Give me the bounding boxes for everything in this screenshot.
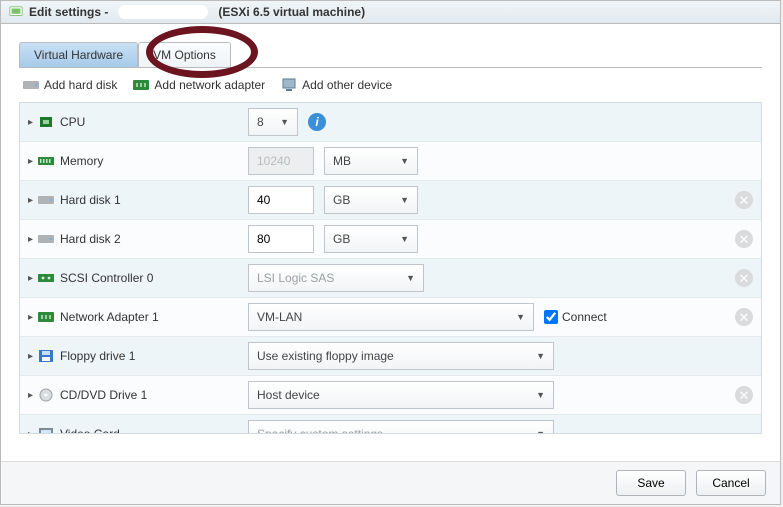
save-button[interactable]: Save: [616, 470, 686, 496]
expand-toggle[interactable]: ▸: [28, 195, 38, 206]
cpu-icon: [38, 115, 54, 129]
scsi-icon: [38, 271, 54, 285]
remove-icon[interactable]: ✕: [735, 191, 753, 209]
memory-input: [248, 147, 314, 175]
expand-toggle[interactable]: ▸: [28, 273, 38, 284]
memory-icon: [38, 154, 54, 168]
device-icon: [281, 78, 297, 92]
cpu-label: CPU: [60, 115, 85, 129]
vm-icon: [9, 5, 23, 19]
hdd1-size-input[interactable]: [248, 186, 314, 214]
cpu-count-select[interactable]: 8: [248, 108, 298, 136]
title-bar: Edit settings - (ESXi 6.5 virtual machin…: [1, 1, 780, 24]
hdd1-label: Hard disk 1: [60, 193, 121, 207]
add-network-adapter-button[interactable]: Add network adapter: [133, 78, 265, 92]
hard-disk-icon: [38, 232, 54, 246]
tab-vm-options[interactable]: VM Options: [138, 42, 231, 67]
cddvd-label: CD/DVD Drive 1: [60, 388, 147, 402]
expand-toggle[interactable]: ▸: [28, 234, 38, 245]
row-cpu: ▸ CPU 8 i: [20, 103, 761, 142]
row-scsi-controller: ▸ SCSI Controller 0 LSI Logic SAS ✕: [20, 259, 761, 298]
remove-icon[interactable]: ✕: [735, 308, 753, 326]
connect-label: Connect: [562, 310, 607, 324]
video-select[interactable]: Specify custom settings: [248, 420, 554, 433]
row-cddvd: ▸ CD/DVD Drive 1 Host device ✕: [20, 376, 761, 415]
floppy-label: Floppy drive 1: [60, 349, 135, 363]
memory-label: Memory: [60, 154, 103, 168]
info-icon[interactable]: i: [308, 113, 326, 131]
add-hard-disk-label: Add hard disk: [44, 78, 117, 92]
connect-checkbox-wrap[interactable]: Connect: [544, 310, 607, 324]
expand-toggle[interactable]: ▸: [28, 390, 38, 401]
hard-disk-icon: [38, 193, 54, 207]
add-other-device-button[interactable]: Add other device: [281, 78, 392, 92]
hdd1-unit-select[interactable]: GB: [324, 186, 418, 214]
nic-icon: [133, 78, 149, 92]
net-label: Network Adapter 1: [60, 310, 159, 324]
dialog-title-suffix: (ESXi 6.5 virtual machine): [218, 5, 365, 19]
monitor-icon: [38, 427, 54, 433]
dialog-footer: Save Cancel: [1, 461, 780, 504]
floppy-select[interactable]: Use existing floppy image: [248, 342, 554, 370]
hardware-toolbar: Add hard disk Add network adapter Add ot…: [19, 68, 762, 102]
row-hard-disk-2: ▸ Hard disk 2 GB ✕: [20, 220, 761, 259]
remove-icon[interactable]: ✕: [735, 230, 753, 248]
cddvd-select[interactable]: Host device: [248, 381, 554, 409]
row-memory: ▸ Memory MB: [20, 142, 761, 181]
network-select[interactable]: VM-LAN: [248, 303, 534, 331]
scsi-type-select[interactable]: LSI Logic SAS: [248, 264, 424, 292]
add-network-adapter-label: Add network adapter: [154, 78, 265, 92]
expand-toggle[interactable]: ▸: [28, 156, 38, 167]
redacted-name: [118, 5, 208, 19]
add-hard-disk-button[interactable]: Add hard disk: [23, 78, 117, 92]
scsi-label: SCSI Controller 0: [60, 271, 153, 285]
hdd2-label: Hard disk 2: [60, 232, 121, 246]
row-hard-disk-1: ▸ Hard disk 1 GB ✕: [20, 181, 761, 220]
floppy-icon: [38, 349, 54, 363]
disc-icon: [38, 388, 54, 402]
row-floppy: ▸ Floppy drive 1 Use existing floppy ima…: [20, 337, 761, 376]
cancel-button[interactable]: Cancel: [696, 470, 766, 496]
connect-checkbox[interactable]: [544, 310, 558, 324]
hdd2-unit-select[interactable]: GB: [324, 225, 418, 253]
row-network-adapter: ▸ Network Adapter 1 VM-LAN Connect ✕: [20, 298, 761, 337]
remove-icon[interactable]: ✕: [735, 269, 753, 287]
tab-virtual-hardware[interactable]: Virtual Hardware: [19, 42, 138, 67]
tab-strip: Virtual Hardware VM Options: [19, 42, 762, 68]
expand-toggle[interactable]: ▸: [28, 117, 38, 128]
expand-toggle[interactable]: ▸: [28, 312, 38, 323]
remove-icon[interactable]: ✕: [735, 386, 753, 404]
hard-disk-icon: [23, 78, 39, 92]
expand-toggle[interactable]: ▸: [28, 429, 38, 434]
video-label: Video Card: [60, 427, 120, 433]
nic-icon: [38, 310, 54, 324]
expand-toggle[interactable]: ▸: [28, 351, 38, 362]
hardware-list: ▸ CPU 8 i ▸ Memory: [19, 102, 762, 434]
row-video-card: ▸ Video Card Specify custom settings: [20, 415, 761, 433]
dialog-title-prefix: Edit settings -: [29, 5, 108, 19]
hdd2-size-input[interactable]: [248, 225, 314, 253]
memory-unit-select[interactable]: MB: [324, 147, 418, 175]
add-other-device-label: Add other device: [302, 78, 392, 92]
